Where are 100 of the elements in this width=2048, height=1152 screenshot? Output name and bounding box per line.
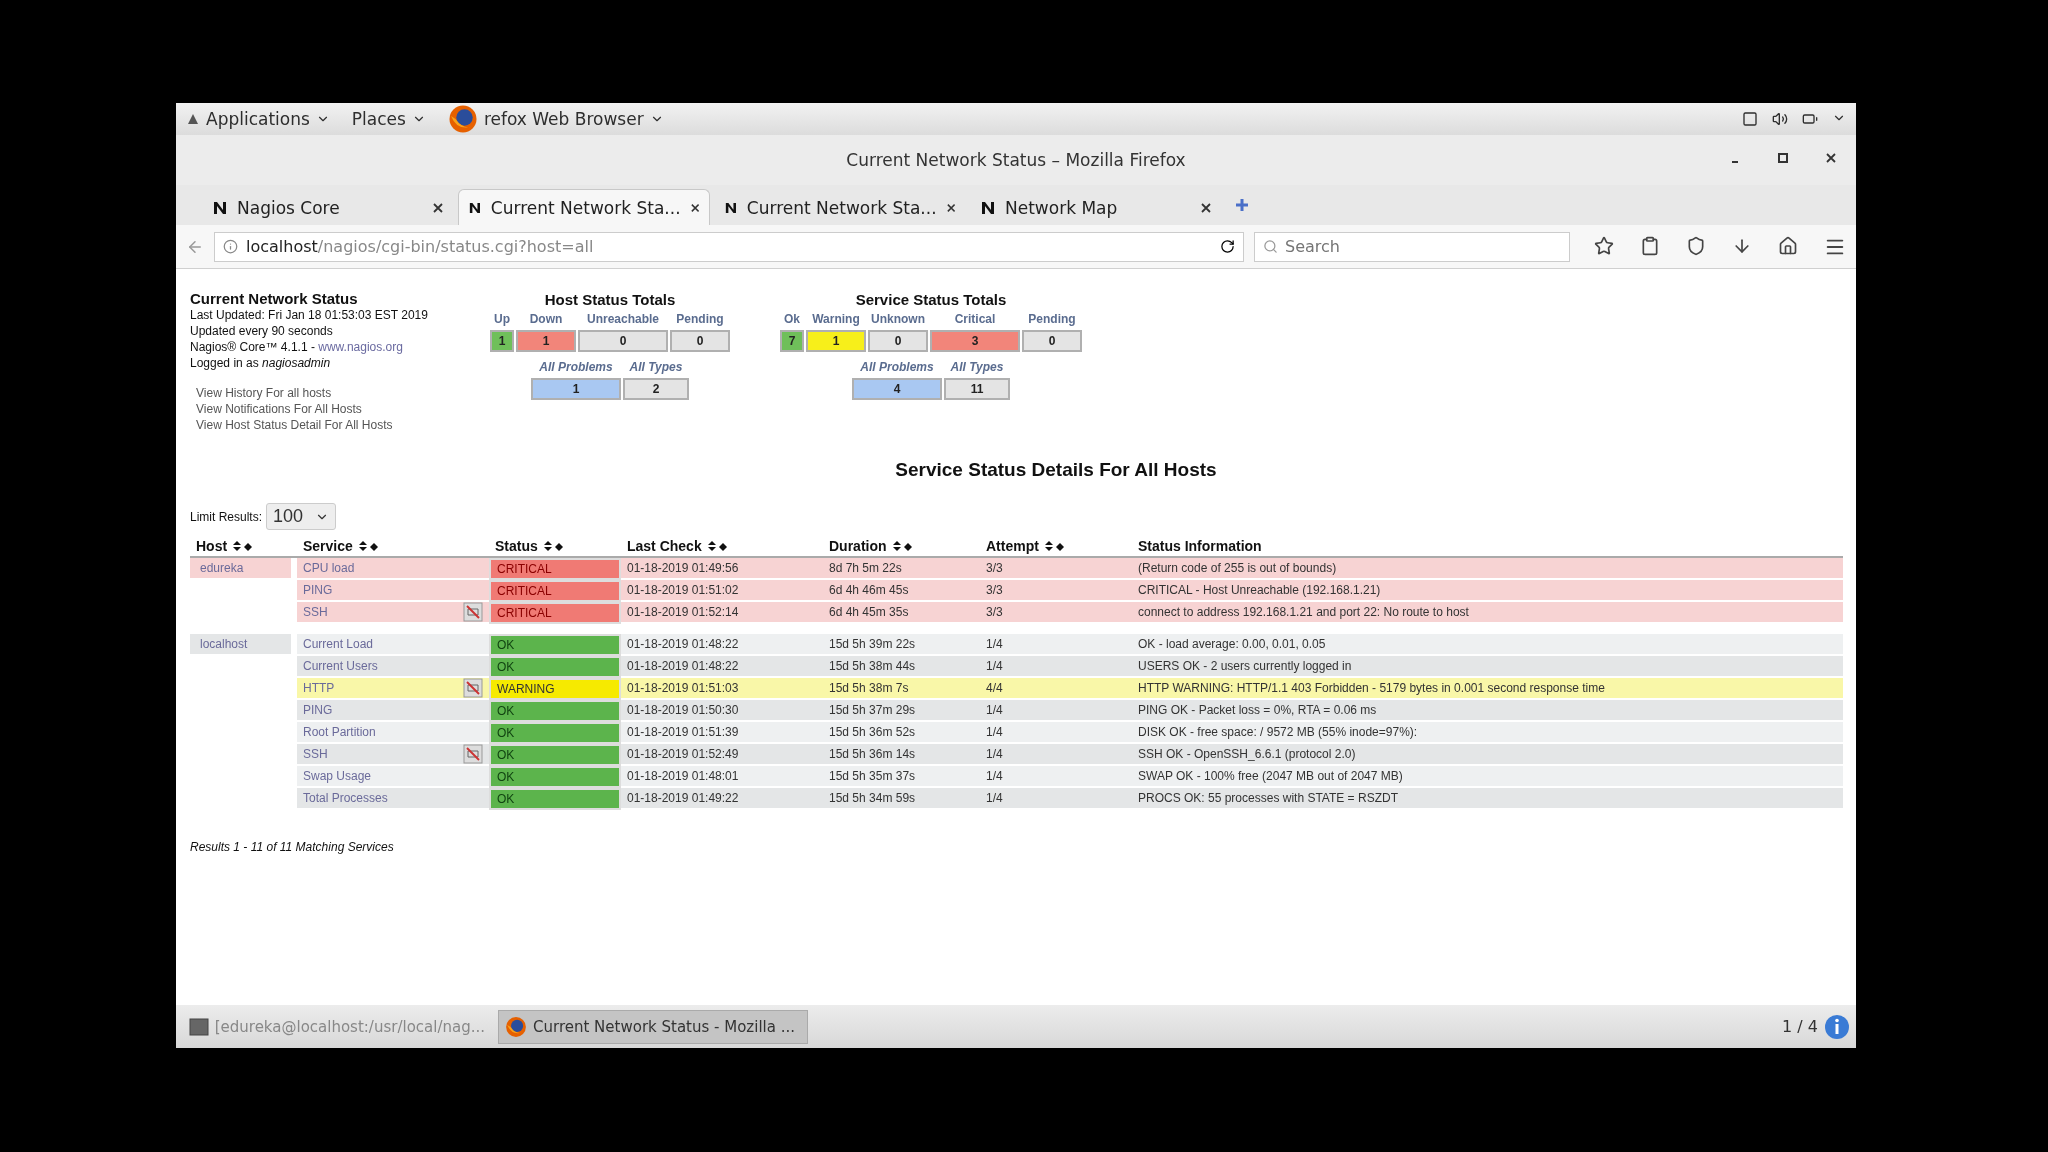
info-icon[interactable]	[223, 239, 238, 254]
section-heading: Service Status Details For All Hosts	[895, 459, 1217, 481]
table-cell: 1/4	[980, 634, 1132, 656]
count-box[interactable]: 1	[806, 330, 866, 352]
totals-label[interactable]: Unreachable	[587, 312, 659, 326]
taskbar-item[interactable]: Current Network Status - Mozilla ...	[498, 1009, 808, 1044]
close-icon[interactable]	[690, 202, 699, 213]
count-box[interactable]: 11	[944, 378, 1010, 400]
view-link[interactable]: View History For all hosts	[196, 385, 490, 401]
service-name[interactable]: CPU load	[303, 561, 355, 575]
column-header: Last Check	[627, 538, 702, 554]
table-cell: 6d 4h 46m 45s	[823, 580, 980, 602]
close-icon[interactable]	[1201, 202, 1211, 213]
count-box[interactable]: 0	[868, 330, 928, 352]
count-box[interactable]: 4	[852, 378, 942, 400]
count-box[interactable]: 0	[670, 330, 730, 352]
totals-label[interactable]: Ok	[784, 312, 800, 326]
sort-icon[interactable]	[358, 541, 379, 551]
limit-select[interactable]: 100	[266, 503, 337, 530]
desktop-menu[interactable]: Places	[351, 109, 426, 129]
close-icon[interactable]	[433, 202, 443, 213]
home-icon[interactable]	[1778, 235, 1798, 256]
count-box[interactable]: 7	[780, 330, 804, 352]
totals-label[interactable]: All Problems	[860, 360, 934, 374]
totals-label[interactable]: Critical	[954, 312, 996, 326]
table-cell: CRITICAL - Host Unreachable (192.168.1.21)	[1132, 580, 1843, 602]
status-cell: OK	[489, 700, 621, 722]
sort-icon[interactable]	[233, 541, 254, 551]
status-cell: WARNING	[489, 678, 621, 700]
service-name[interactable]: PING	[303, 703, 333, 717]
count-box[interactable]: 1	[516, 330, 576, 352]
info-icon[interactable]	[1824, 1013, 1850, 1040]
sort-icon[interactable]	[707, 541, 728, 551]
table-cell: 15d 5h 38m 44s	[823, 656, 980, 678]
view-link[interactable]: View Notifications For All Hosts	[196, 401, 490, 417]
search-icon	[1263, 238, 1278, 254]
shield-icon[interactable]	[1686, 235, 1706, 256]
maximize-icon[interactable]	[1778, 153, 1788, 163]
totals-label[interactable]: All Types	[629, 360, 683, 374]
table-cell: 1/4	[980, 744, 1132, 766]
status-cell: OK	[489, 744, 621, 766]
service-name[interactable]: PING	[303, 583, 333, 597]
view-link[interactable]: View Host Status Detail For All Hosts	[196, 417, 490, 433]
browser-tab[interactable]: Nagios Core	[202, 189, 454, 225]
host-name[interactable]: edureka	[190, 558, 291, 578]
status-cell: CRITICAL	[489, 580, 621, 602]
column-header: Status Information	[1138, 538, 1262, 554]
totals-label[interactable]: Up	[494, 312, 510, 326]
count-box[interactable]: 0	[578, 330, 668, 352]
column-header: Service	[303, 538, 353, 554]
table-cell: 01-18-2019 01:52:49	[621, 744, 823, 766]
close-icon[interactable]	[946, 202, 955, 213]
desktop-menu[interactable]: refox Web Browser	[447, 104, 664, 134]
totals-label[interactable]: All Problems	[539, 360, 613, 374]
address-bar[interactable]: localhost/nagios/cgi-bin/status.cgi?host=all	[214, 231, 1244, 262]
totals-label[interactable]: Pending	[1028, 312, 1076, 326]
table-cell: 1/4	[980, 700, 1132, 722]
close-icon[interactable]	[1826, 153, 1836, 163]
totals-label[interactable]: Warning	[812, 312, 860, 326]
count-box[interactable]: 1	[490, 330, 514, 352]
terminal-icon	[189, 1017, 209, 1036]
browser-tab[interactable]: Current Network Sta...	[714, 189, 966, 225]
clipboard-icon[interactable]	[1640, 235, 1660, 256]
reload-icon[interactable]	[1220, 239, 1235, 254]
table-cell: 1/4	[980, 722, 1132, 744]
table-cell: 4/4	[980, 678, 1132, 700]
count-box[interactable]: 2	[623, 378, 689, 400]
table-cell: 3/3	[980, 558, 1132, 580]
totals-label[interactable]: Unknown	[871, 312, 925, 326]
totals-label[interactable]: Down	[529, 312, 563, 326]
update-interval: Updated every 90 seconds	[190, 323, 334, 339]
count-box[interactable]: 3	[930, 330, 1020, 352]
desktop-menu[interactable]: Applications	[186, 109, 330, 129]
limit-label: Limit Results:	[190, 509, 263, 524]
browser-tab[interactable]: Current Network Sta...	[458, 189, 710, 225]
totals-label[interactable]: Pending	[676, 312, 724, 326]
window-icon[interactable]	[1742, 111, 1758, 127]
taskbar-item[interactable]: [edureka@localhost:/usr/local/nag...	[182, 1009, 492, 1044]
nagios-link[interactable]: www.nagios.org	[318, 339, 403, 355]
notifications-disabled-icon	[463, 602, 483, 622]
totals-label[interactable]: All Types	[950, 360, 1004, 374]
sort-icon[interactable]	[543, 541, 564, 551]
new-tab-icon[interactable]	[1234, 197, 1250, 213]
star-icon[interactable]	[1594, 235, 1614, 256]
status-cell: OK	[489, 788, 621, 810]
status-cell: OK	[489, 766, 621, 788]
sort-icon[interactable]	[1044, 541, 1065, 551]
table-cell: 6d 4h 45m 35s	[823, 602, 980, 624]
workspace-pager[interactable]: 1 / 4	[1782, 1017, 1818, 1036]
sort-icon[interactable]	[892, 541, 913, 551]
count-box[interactable]: 1	[531, 378, 621, 400]
host-name[interactable]: localhost	[190, 634, 291, 654]
count-box[interactable]: 0	[1022, 330, 1082, 352]
table-cell: SWAP OK - 100% free (2047 MB out of 2047 MB)	[1132, 766, 1843, 788]
browser-tab[interactable]: Network Map	[970, 189, 1222, 225]
battery-icon[interactable]	[1802, 111, 1818, 127]
totals-title: Host Status Totals	[544, 291, 676, 308]
table-cell: 01-18-2019 01:48:01	[621, 766, 823, 788]
search-field[interactable]: Search	[1254, 231, 1570, 262]
volume-icon[interactable]	[1772, 111, 1788, 127]
